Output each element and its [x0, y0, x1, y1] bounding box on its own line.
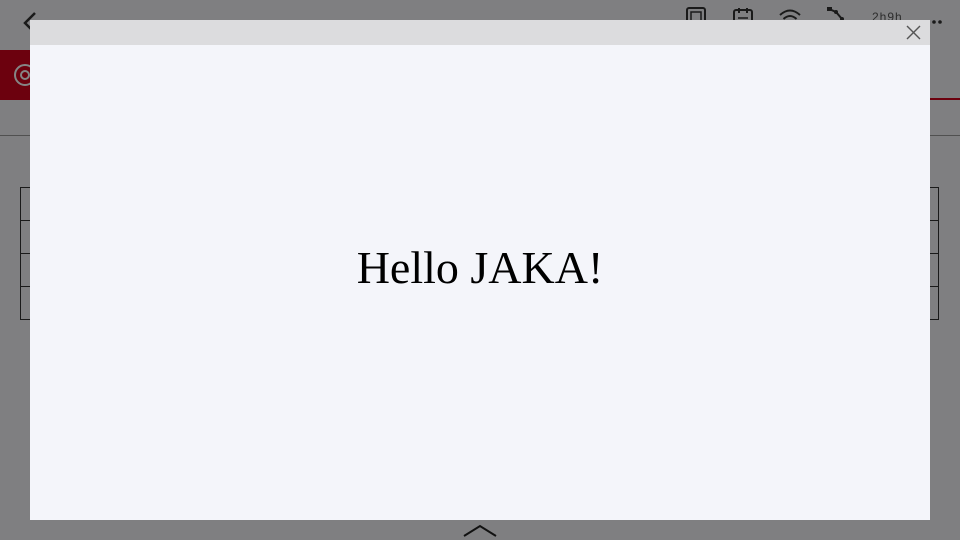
- dialog-message: Hello JAKA!: [356, 242, 604, 293]
- message-dialog: Hello JAKA!: [30, 20, 930, 520]
- dialog-body: Hello JAKA!: [30, 45, 930, 520]
- dialog-header: [30, 20, 930, 45]
- close-icon[interactable]: [905, 24, 922, 41]
